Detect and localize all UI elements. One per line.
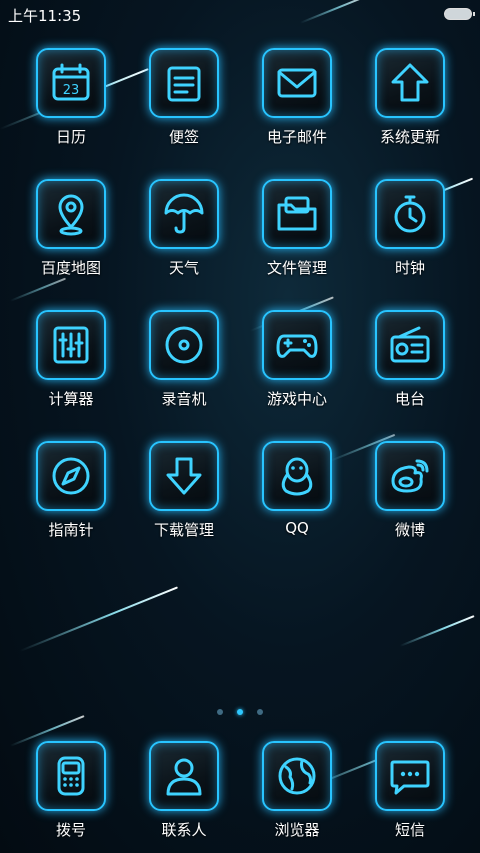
app-label: 时钟 [394,259,425,277]
status-time: 上午11:35 [8,7,82,25]
app-notes[interactable]: 便签 [128,48,240,147]
app-label: 游戏中心 [266,390,327,408]
page-dot-active[interactable] [237,709,243,715]
mail-icon [262,48,332,118]
app-label: 指南针 [48,521,94,539]
app-label: 计算器 [48,390,94,408]
recorder-icon [149,310,219,380]
phone-icon [36,741,106,811]
app-label: 微博 [394,521,425,539]
dock-dialer[interactable]: 拨号 [15,741,127,840]
dock-browser[interactable]: 浏览器 [241,741,353,840]
calculator-icon [36,310,106,380]
qq-penguin-icon [262,441,332,511]
map-pin-icon [36,179,106,249]
app-email[interactable]: 电子邮件 [241,48,353,147]
weibo-icon [375,441,445,511]
app-calculator[interactable]: 计算器 [15,310,127,409]
app-weather[interactable]: 天气 [128,179,240,278]
radio-icon [375,310,445,380]
app-label: 便签 [168,128,199,146]
app-system-update[interactable]: 系统更新 [354,48,466,147]
folder-icon [262,179,332,249]
app-calendar[interactable]: 23 日历 [15,48,127,147]
page-dot[interactable] [257,709,263,715]
app-weibo[interactable]: 微博 [354,441,466,540]
app-label: 下载管理 [153,521,214,539]
app-label: 系统更新 [379,128,440,146]
app-qq[interactable]: QQ [241,441,353,537]
message-icon [375,741,445,811]
stopwatch-icon [375,179,445,249]
app-label: 文件管理 [266,259,327,277]
app-label: 录音机 [161,390,207,408]
app-file-manager[interactable]: 文件管理 [241,179,353,278]
app-game-center[interactable]: 游戏中心 [241,310,353,409]
notes-icon [149,48,219,118]
dock-contacts[interactable]: 联系人 [128,741,240,840]
app-baidu-map[interactable]: 百度地图 [15,179,127,278]
app-label: 电子邮件 [266,128,327,146]
app-label: 联系人 [161,821,207,839]
update-arrow-icon [375,48,445,118]
battery-icon [444,8,475,20]
app-label: 百度地图 [40,259,101,277]
svg-text:23: 23 [63,83,80,98]
app-label: 日历 [55,128,86,146]
app-compass[interactable]: 指南针 [15,441,127,540]
contacts-icon [149,741,219,811]
app-label: 浏览器 [274,821,320,839]
app-label: 拨号 [55,821,86,839]
status-bar: 上午11:35 [0,0,480,28]
compass-icon [36,441,106,511]
umbrella-icon [149,179,219,249]
dock-messages[interactable]: 短信 [354,741,466,840]
browser-globe-icon [262,741,332,811]
app-radio[interactable]: 电台 [354,310,466,409]
download-icon [149,441,219,511]
app-label: 电台 [394,390,425,408]
app-label: 短信 [394,821,425,839]
app-clock[interactable]: 时钟 [354,179,466,278]
app-recorder[interactable]: 录音机 [128,310,240,409]
calendar-icon: 23 [36,48,106,118]
gamepad-icon [262,310,332,380]
page-dot[interactable] [217,709,223,715]
page-indicator [0,700,480,719]
app-label: QQ [285,519,309,537]
app-download-manager[interactable]: 下载管理 [128,441,240,540]
app-label: 天气 [168,259,199,277]
